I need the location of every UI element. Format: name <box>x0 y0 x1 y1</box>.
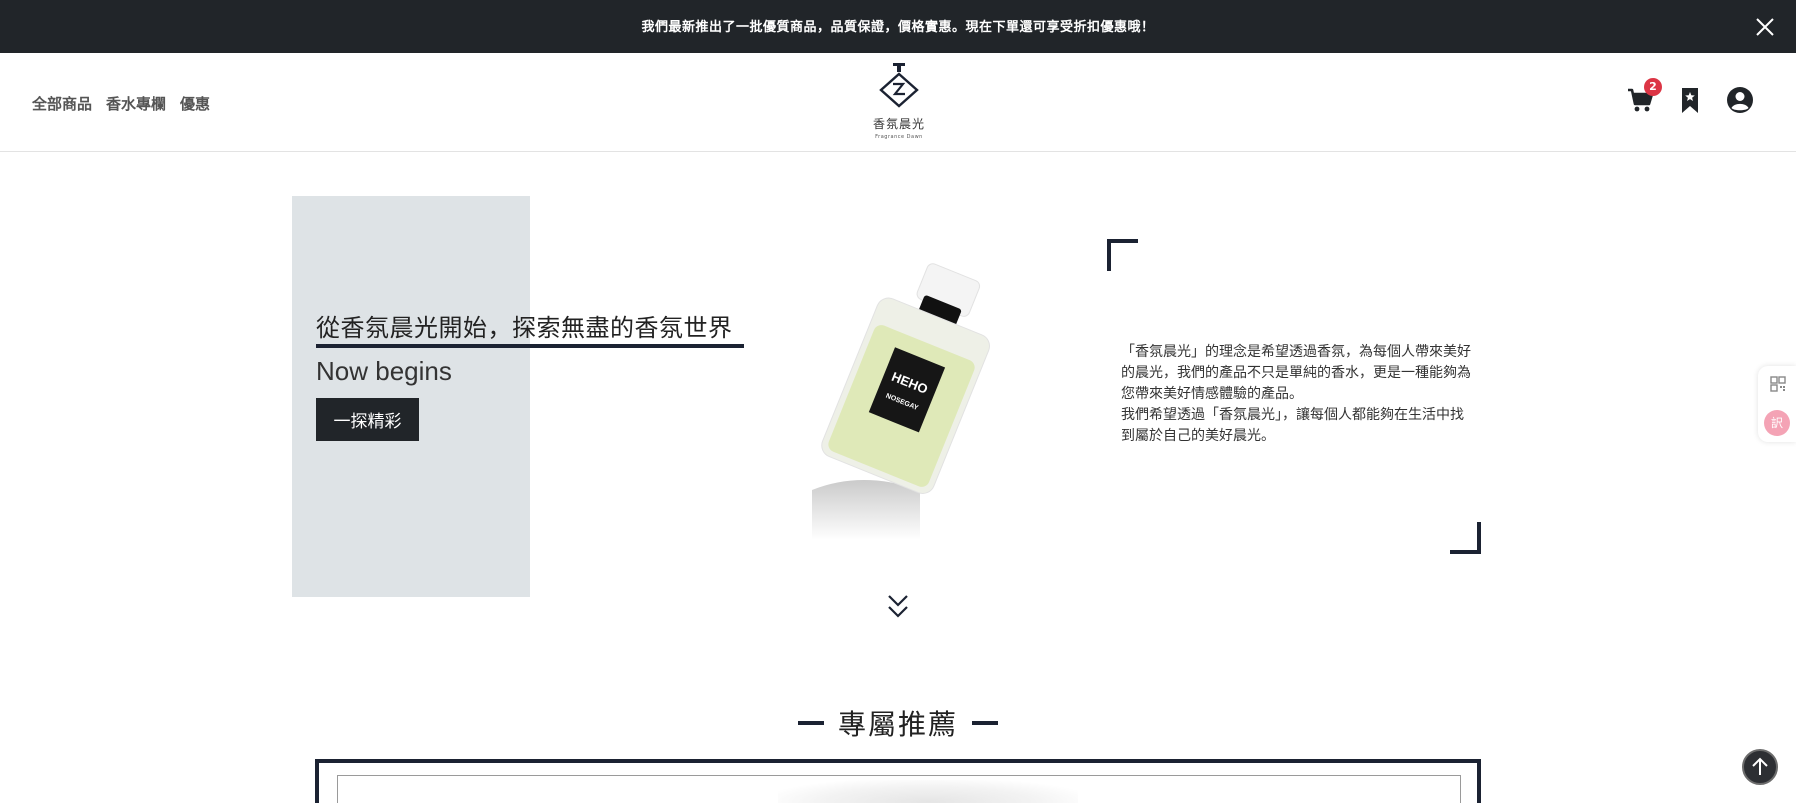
nav-item-perfume-column[interactable]: 香水專欄 <box>106 93 166 114</box>
nav-item-all-products[interactable]: 全部商品 <box>32 93 92 114</box>
cart-count-badge: 2 <box>1644 78 1662 96</box>
close-icon[interactable] <box>1754 16 1776 38</box>
logo-name: 香氛晨光 <box>872 117 925 131</box>
featured-carousel-frame <box>315 759 1481 803</box>
user-circle-icon <box>1727 87 1753 113</box>
nav-item-offers[interactable]: 優惠 <box>180 93 210 114</box>
hero-subtitle: Now begins <box>316 356 452 386</box>
site-logo[interactable]: 香氛晨光 Fragrance Dawn <box>868 63 930 145</box>
bookmark-icon <box>1682 88 1698 113</box>
account-button[interactable] <box>1726 86 1754 114</box>
about-paragraph-1: 「香氛晨光」的理念是希望透過香氛，為每個人帶來美好的晨光，我們的產品不只是單純的… <box>1121 344 1471 402</box>
featured-heading: 專屬推薦 <box>0 703 1796 743</box>
heading-dash-left <box>797 721 824 725</box>
announcement-text: 我們最新推出了一批優質商品，品質保證，價格實惠。現在下單還可享受折扣優惠哦！ <box>641 20 1155 35</box>
about-paragraph-2: 我們希望透過「香氛晨光」，讓每個人都能夠在生活中找到屬於自己的美好晨光。 <box>1121 407 1464 444</box>
hero-title: 從香氛晨光開始，探索無盡的香氛世界 <box>316 314 733 342</box>
logo-mark-icon <box>879 63 919 108</box>
featured-carousel-inner <box>337 775 1461 803</box>
featured-title: 專屬推薦 <box>837 708 958 741</box>
perfume-bottle-image: HEHO NOSEGAY <box>812 263 990 540</box>
frame-corner-top-left <box>1107 239 1138 271</box>
arrow-up-icon <box>1752 757 1768 775</box>
featured-slide-image[interactable] <box>778 780 1078 803</box>
floating-side-toolbar: 訳 <box>1758 366 1796 442</box>
heading-dash-right <box>972 721 998 725</box>
hero-background-panel <box>292 196 530 597</box>
bookmark-button[interactable] <box>1676 86 1704 114</box>
announcement-bar: 我們最新推出了一批優質商品，品質保證，價格實惠。現在下單還可享受折扣優惠哦！ <box>0 0 1796 53</box>
back-to-top-button[interactable] <box>1742 749 1778 785</box>
translate-button[interactable]: 訳 <box>1764 410 1790 436</box>
qr-code-icon[interactable] <box>1770 376 1786 392</box>
cart-button[interactable]: 2 <box>1626 78 1662 114</box>
frame-corner-bottom-right <box>1450 522 1481 554</box>
double-chevron-down-icon[interactable] <box>886 593 910 621</box>
explore-button[interactable]: 一探精彩 <box>316 398 419 441</box>
about-text: 「香氛晨光」的理念是希望透過香氛，為每個人帶來美好的晨光，我們的產品不只是單純的… <box>1121 342 1471 447</box>
hero-title-underline <box>316 344 744 348</box>
main-nav: 全部商品 香水專欄 優惠 <box>32 93 210 114</box>
header-actions: 2 <box>1626 78 1754 114</box>
site-header: 全部商品 香水專欄 優惠 香氛晨光 Fragrance Dawn 2 <box>0 53 1796 152</box>
logo-subtitle: Fragrance Dawn <box>875 134 923 140</box>
